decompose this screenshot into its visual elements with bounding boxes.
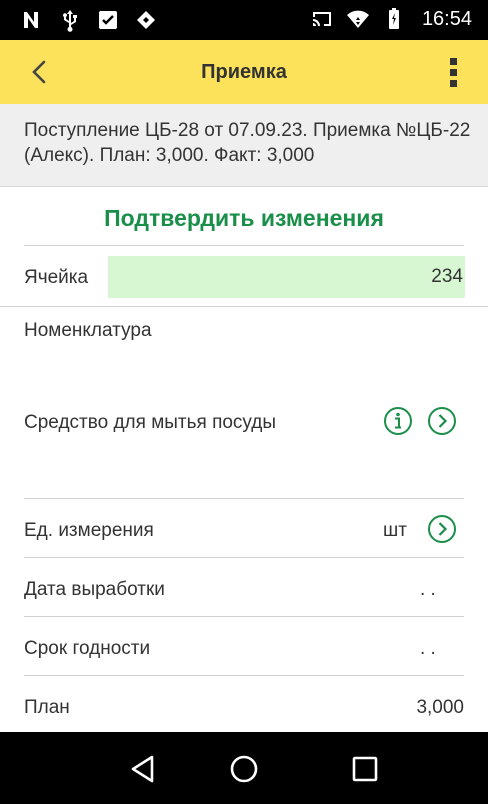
divider — [0, 306, 488, 307]
status-left-icons — [20, 8, 158, 32]
expiry-date-value[interactable]: . . — [420, 638, 436, 660]
document-info-text: Поступление ЦБ-28 от 07.09.23. Приемка №… — [24, 120, 471, 166]
chevron-right-icon[interactable] — [427, 406, 457, 436]
chevron-right-icon[interactable] — [427, 514, 457, 544]
cast-icon — [312, 12, 331, 26]
status-right-icons: 16:54 — [310, 7, 472, 31]
battery-icon — [388, 8, 399, 29]
unit-value: шт — [383, 520, 407, 541]
confirm-changes-button[interactable]: Подтвердить изменения — [24, 200, 464, 244]
cell-value: 234 — [431, 266, 463, 287]
production-date-label: Дата выработки — [24, 579, 165, 600]
unit-label: Ед. измерения — [24, 520, 154, 541]
app-bar: Приемка — [0, 40, 488, 104]
cell-label: Ячейка — [24, 267, 89, 288]
divider — [24, 498, 464, 499]
cell-input[interactable]: 234 — [108, 256, 465, 298]
document-info: Поступление ЦБ-28 от 07.09.23. Приемка №… — [0, 104, 488, 187]
diamond-icon — [137, 11, 155, 29]
expiry-date-label: Срок годности — [24, 638, 151, 659]
nomenclature-value: Средство для мытья посуды — [24, 412, 277, 433]
home-circle-icon[interactable] — [227, 752, 261, 786]
divider — [24, 616, 464, 617]
more-vert-icon[interactable] — [446, 56, 462, 90]
divider — [24, 675, 464, 676]
clock: 16:54 — [421, 7, 472, 30]
info-icon[interactable] — [383, 406, 413, 436]
wifi-icon — [346, 10, 369, 28]
navigation-bar — [0, 732, 488, 804]
back-triangle-icon[interactable] — [126, 752, 160, 786]
recents-square-icon[interactable] — [348, 752, 382, 786]
divider — [24, 557, 464, 558]
production-date-value[interactable]: . . — [420, 579, 436, 601]
checkbox-icon — [99, 11, 117, 29]
plan-value: 3,000 — [416, 697, 464, 718]
nomenclature-label: Номенклатура — [24, 320, 152, 341]
plan-label: План — [24, 697, 70, 718]
page-title: Приемка — [201, 61, 287, 83]
usb-icon — [63, 10, 77, 32]
n-icon — [24, 12, 38, 28]
divider — [24, 245, 464, 246]
status-bar: 16:54 — [0, 0, 488, 40]
